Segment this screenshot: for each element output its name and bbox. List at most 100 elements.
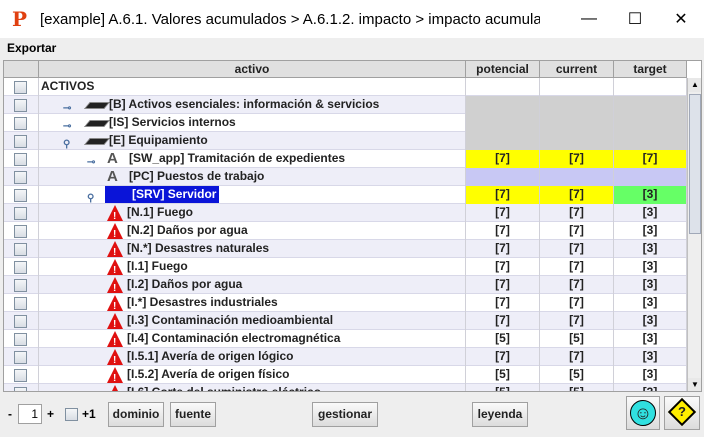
table-row[interactable]: [I.1] Fuego[7][7][3] (4, 258, 687, 276)
row-checkbox[interactable] (14, 207, 27, 220)
tree-toggle-icon[interactable]: ⊸ (63, 100, 71, 114)
row-label[interactable]: [N.2] Daños por agua (127, 222, 248, 239)
row-label[interactable]: [E] Equipamiento (109, 132, 208, 149)
activo-cell: A [PC] Puestos de trabajo (39, 168, 466, 186)
table-row[interactable]: [N.2] Daños por agua[7][7][3] (4, 222, 687, 240)
row-label[interactable]: [N.1] Fuego (127, 204, 193, 221)
row-label[interactable]: [I.5.2] Avería de origen físico (127, 366, 290, 383)
row-label[interactable]: [I.5.1] Avería de origen lógico (127, 348, 293, 365)
potencial-cell (466, 114, 540, 132)
row-label[interactable]: [I.6] Corte del suministro eléctrico (127, 384, 321, 391)
table-row[interactable]: [N.*] Desastres naturales[7][7][3] (4, 240, 687, 258)
header-activo[interactable]: activo (39, 61, 466, 78)
row-checkbox[interactable] (14, 369, 27, 382)
row-checkbox[interactable] (14, 117, 27, 130)
tree-toggle-icon[interactable]: ⚲ (87, 190, 94, 204)
row-label[interactable]: ACTIVOS (41, 78, 94, 95)
maximize-button[interactable]: ☐ (612, 0, 658, 38)
dominio-button[interactable]: dominio (108, 402, 164, 427)
menu-exportar[interactable]: Exportar (7, 41, 56, 55)
row-checkbox[interactable] (14, 153, 27, 166)
row-check-cell (4, 78, 39, 96)
table-row[interactable]: [I.4] Contaminación electromagnética[5][… (4, 330, 687, 348)
target-cell (614, 114, 687, 132)
table-row[interactable]: ⊸ [IS] Servicios internos (4, 114, 687, 132)
row-checkbox[interactable] (14, 279, 27, 292)
table-row[interactable]: [I.3] Contaminación medioambiental [7][7]… (4, 312, 687, 330)
row-checkbox[interactable] (14, 171, 27, 184)
scroll-thumb[interactable] (689, 94, 701, 234)
table-row[interactable]: [I.6] Corte del suministro eléctrico[5][… (4, 384, 687, 391)
row-label[interactable]: [B] Activos esenciales: información & se… (109, 96, 379, 113)
plus1-checkbox[interactable] (65, 408, 78, 421)
fuente-button[interactable]: fuente (170, 402, 216, 427)
tree-toggle-icon[interactable]: ⚲ (63, 136, 70, 150)
row-checkbox[interactable] (14, 243, 27, 256)
level-plus-button[interactable]: + (47, 407, 54, 421)
activo-cell: [I.*] Desastres industriales (39, 294, 466, 312)
row-label[interactable]: [I.*] Desastres industriales (127, 294, 278, 311)
leyenda-button[interactable]: leyenda (472, 402, 528, 427)
row-checkbox[interactable] (14, 99, 27, 112)
table-row[interactable]: ⚲A[SRV] Servidor[7][7][3] (4, 186, 687, 204)
gestionar-button[interactable]: gestionar (312, 402, 378, 427)
row-label[interactable]: [IS] Servicios internos (109, 114, 236, 131)
close-button[interactable]: ✕ (658, 0, 704, 38)
row-check-cell (4, 276, 39, 294)
row-label[interactable]: [I.3] Contaminación medioambiental (127, 312, 333, 329)
current-cell (540, 96, 614, 114)
table-row[interactable]: [I.5.1] Avería de origen lógico[7][7][3] (4, 348, 687, 366)
row-label[interactable]: [PC] Puestos de trabajo (129, 168, 264, 185)
row-label[interactable]: [I.2] Daños por agua (127, 276, 242, 293)
table-row[interactable]: ⊸ A [SW_app] Tramitación de expedientes [7]… (4, 150, 687, 168)
level-input[interactable]: 1 (18, 404, 42, 424)
current-cell (540, 132, 614, 150)
target-cell: [7] (614, 150, 687, 168)
table-row[interactable]: ⊸ [B] Activos esenciales: información & s… (4, 96, 687, 114)
row-checkbox[interactable] (14, 297, 27, 310)
table-row[interactable]: ⚲ [E] Equipamiento (4, 132, 687, 150)
level-minus-button[interactable]: - (8, 407, 12, 421)
tree-toggle-icon[interactable]: ⊸ (63, 118, 71, 132)
table-row[interactable]: [N.1] Fuego[7][7][3] (4, 204, 687, 222)
row-checkbox[interactable] (14, 351, 27, 364)
bottom-toolbar: - 1 + +1 dominio fuente gestionar leyend… (0, 394, 704, 437)
activo-cell: [I.4] Contaminación electromagnética (39, 330, 466, 348)
minimize-button[interactable]: — (566, 0, 612, 38)
activo-cell: [I.3] Contaminación medioambiental (39, 312, 466, 330)
tree-toggle-icon[interactable]: ⊸ (87, 154, 95, 168)
table-row[interactable]: [I.*] Desastres industriales[7][7][3] (4, 294, 687, 312)
threat-icon (107, 205, 123, 222)
table-row[interactable]: ACTIVOS (4, 78, 687, 96)
smiley-button[interactable]: ☺ (626, 396, 660, 430)
table-row[interactable]: [I.2] Daños por agua[7][7][3] (4, 276, 687, 294)
threat-icon (107, 259, 123, 276)
row-label[interactable]: [I.4] Contaminación electromagnética (127, 330, 340, 347)
header-current[interactable]: current (540, 61, 614, 78)
scroll-up-icon[interactable]: ▲ (688, 78, 701, 92)
table-row[interactable]: A [PC] Puestos de trabajo (4, 168, 687, 186)
header-potencial[interactable]: potencial (466, 61, 540, 78)
row-label[interactable]: [N.*] Desastres naturales (127, 240, 269, 257)
row-checkbox[interactable] (14, 225, 27, 238)
vertical-scrollbar[interactable]: ▲ ▼ (687, 78, 701, 391)
row-label[interactable]: [I.1] Fuego (127, 258, 188, 275)
row-checkbox[interactable] (14, 387, 27, 391)
row-checkbox[interactable] (14, 261, 27, 274)
row-checkbox[interactable] (14, 315, 27, 328)
row-checkbox[interactable] (14, 333, 27, 346)
header-target[interactable]: target (614, 61, 687, 78)
target-cell: [3] (614, 204, 687, 222)
table-row[interactable]: [I.5.2] Avería de origen físico[5][5][3] (4, 366, 687, 384)
layer-icon (84, 138, 110, 145)
row-checkbox[interactable] (14, 189, 27, 202)
target-cell: [3] (614, 330, 687, 348)
row-check-cell (4, 294, 39, 312)
row-label[interactable]: [SRV] Servidor (105, 186, 220, 203)
row-checkbox[interactable] (14, 81, 27, 94)
row-label[interactable]: [SW_app] Tramitación de expedientes (129, 150, 345, 167)
help-button[interactable]: ? (664, 396, 700, 430)
row-checkbox[interactable] (14, 135, 27, 148)
scroll-down-icon[interactable]: ▼ (688, 378, 701, 391)
target-cell (614, 168, 687, 186)
